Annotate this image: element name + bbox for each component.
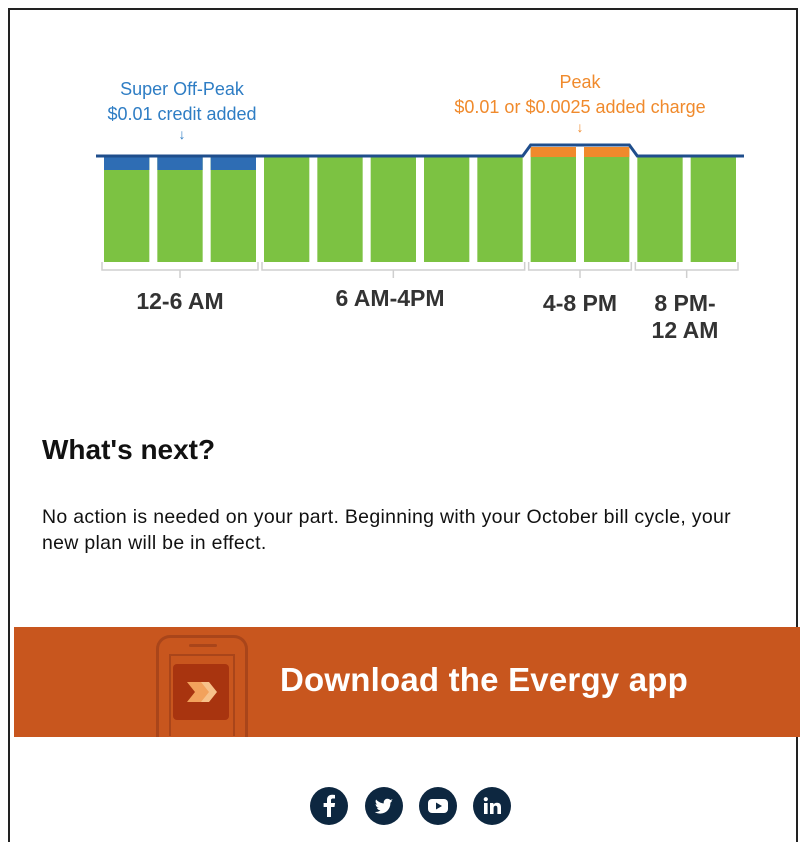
period-bracket xyxy=(634,262,739,271)
chart-bar xyxy=(690,156,736,262)
download-app-link[interactable]: Download the Evergy app xyxy=(280,661,688,699)
peak-callout: Peak $0.01 or $0.0025 added charge ↓ xyxy=(420,70,740,134)
chart-bar-charge-cap xyxy=(530,147,576,157)
chart-bar-credit-cap xyxy=(104,156,150,170)
chart-bar-credit-cap xyxy=(157,156,203,170)
chart-bar xyxy=(210,156,256,262)
period-label-evening: 8 PM- 12 AM xyxy=(640,290,730,344)
period-bracket xyxy=(101,262,259,271)
chart-bar xyxy=(317,156,363,262)
peak-title: Peak xyxy=(559,72,601,92)
youtube-icon[interactable] xyxy=(419,787,457,825)
chart-bar xyxy=(157,156,203,262)
down-arrow-icon: ↓ xyxy=(178,126,186,142)
super-off-peak-title: Super Off-Peak xyxy=(120,79,244,99)
chart-bar-credit-cap xyxy=(210,156,256,170)
chart-bar xyxy=(637,156,683,262)
chart-bar xyxy=(264,156,310,262)
chart-bar xyxy=(104,156,150,262)
chart-bar xyxy=(477,156,523,262)
period-label-daytime: 6 AM-4PM xyxy=(335,285,445,311)
super-off-peak-text: $0.01 credit added xyxy=(107,104,257,124)
super-off-peak-callout: Super Off-Peak $0.01 credit added ↓ xyxy=(82,77,282,141)
period-label-evening-line2: 12 AM xyxy=(651,317,719,343)
whats-next-body: No action is needed on your part. Beginn… xyxy=(42,506,731,554)
chart-bar xyxy=(370,156,416,262)
period-label-peak: 4-8 PM xyxy=(542,290,618,316)
linkedin-icon[interactable] xyxy=(473,787,511,825)
rate-line xyxy=(96,143,744,158)
period-label-evening-line1: 8 PM- xyxy=(654,290,716,316)
chart-bar xyxy=(424,156,470,262)
chart-bar xyxy=(584,147,630,262)
chart-bar-charge-cap xyxy=(584,147,630,157)
download-app-banner[interactable]: Download the Evergy app xyxy=(14,627,800,737)
whats-next-heading: What's next? xyxy=(42,434,216,465)
phone-speaker xyxy=(189,644,217,647)
period-bracket xyxy=(527,262,633,271)
down-arrow-icon: ↓ xyxy=(576,119,584,135)
peak-text: $0.01 or $0.0025 added charge xyxy=(454,97,706,117)
period-bracket xyxy=(261,262,526,271)
evergy-app-icon xyxy=(173,664,229,720)
chart-bar xyxy=(530,147,576,262)
period-label-early-morning: 12-6 AM xyxy=(136,288,224,314)
twitter-icon[interactable] xyxy=(365,787,403,825)
facebook-icon[interactable] xyxy=(310,787,348,825)
